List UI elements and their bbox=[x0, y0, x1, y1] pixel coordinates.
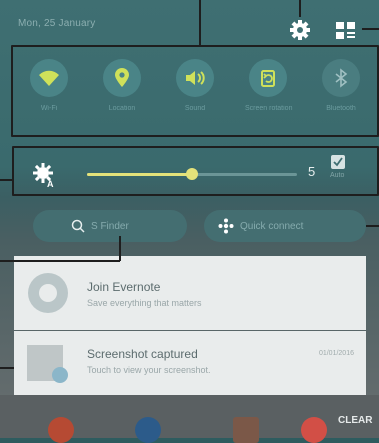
notification-card[interactable]: Screenshot captured Touch to view your s… bbox=[14, 331, 366, 395]
callout-line bbox=[199, 0, 201, 45]
app-icon[interactable] bbox=[233, 417, 259, 443]
callout-line bbox=[0, 179, 12, 181]
screenshot-thumbnail bbox=[27, 345, 68, 383]
callout-line bbox=[299, 0, 301, 17]
app-icon[interactable] bbox=[48, 417, 74, 443]
notification-card[interactable]: Join Evernote Save everything that matte… bbox=[14, 256, 366, 330]
notification-subtitle: Touch to view your screenshot. bbox=[87, 365, 211, 375]
notification-title: Screenshot captured bbox=[87, 347, 198, 361]
date-label: Mon, 25 January bbox=[18, 18, 96, 29]
notification-title: Join Evernote bbox=[87, 280, 161, 294]
callout-line bbox=[119, 236, 121, 261]
callout-line bbox=[0, 367, 14, 369]
notification-time: 01/01/2016 bbox=[318, 350, 354, 357]
callout-box-brightness bbox=[12, 146, 379, 196]
callout-line bbox=[0, 260, 120, 262]
notification-subtitle: Save everything that matters bbox=[87, 298, 202, 308]
callout-line bbox=[366, 225, 379, 227]
evernote-icon bbox=[28, 273, 68, 313]
callout-box-quick-settings bbox=[11, 45, 379, 137]
sfinder-button[interactable]: S Finder bbox=[33, 210, 187, 242]
settings-button[interactable] bbox=[287, 17, 313, 43]
app-icon[interactable] bbox=[301, 417, 327, 443]
quick-connect-button[interactable]: Quick connect bbox=[204, 210, 366, 242]
callout-line bbox=[362, 28, 379, 30]
quick-connect-icon bbox=[218, 218, 234, 234]
search-icon bbox=[71, 219, 85, 233]
quick-connect-label: Quick connect bbox=[240, 220, 304, 232]
quick-settings-edit-button[interactable] bbox=[333, 18, 359, 44]
app-icon[interactable] bbox=[135, 417, 161, 443]
clear-button[interactable]: CLEAR bbox=[338, 415, 372, 426]
gear-icon bbox=[290, 20, 310, 40]
recent-apps-strip bbox=[0, 395, 379, 443]
sfinder-label: S Finder bbox=[91, 220, 129, 232]
quick-setting-buttons-icon bbox=[336, 22, 355, 39]
